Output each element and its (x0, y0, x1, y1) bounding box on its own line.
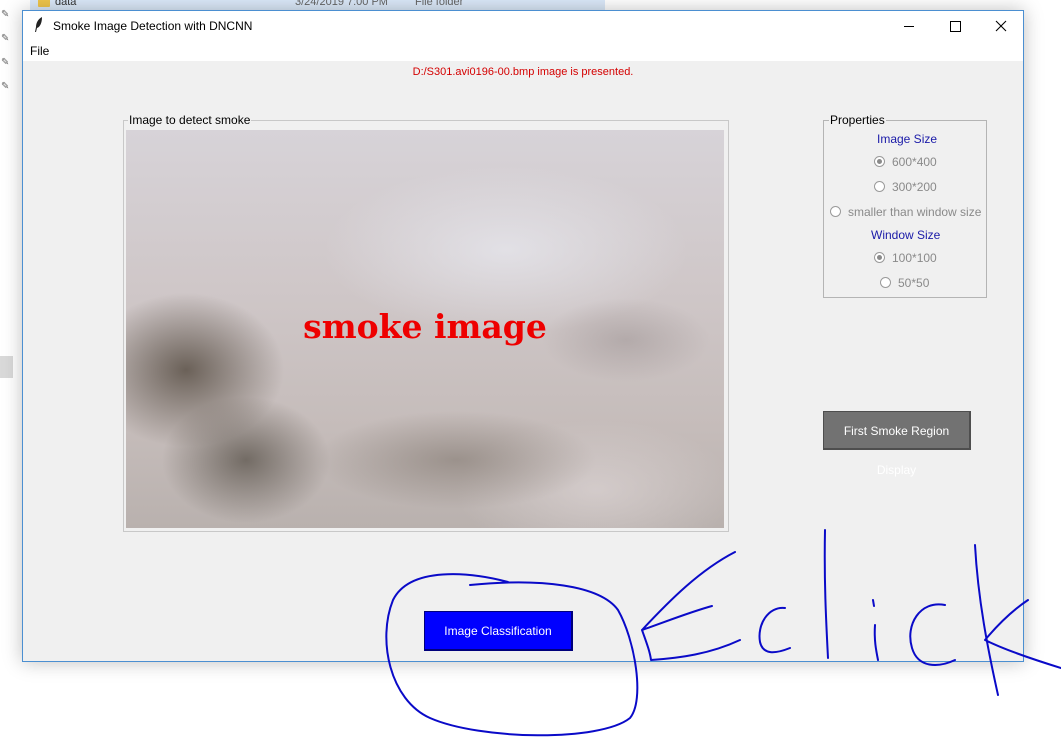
explorer-item-name: data (55, 0, 77, 8)
radio-image-size-smaller[interactable]: smaller than window size (830, 205, 981, 219)
radio-label: 600*400 (892, 155, 937, 169)
radio-selected-icon (874, 252, 885, 263)
radio-image-size-600x400[interactable]: 600*400 (874, 155, 937, 169)
radio-window-size-100x100[interactable]: 100*100 (874, 251, 937, 265)
maximize-button[interactable] (932, 11, 978, 41)
status-message: D:/S301.avi0196-00.bmp image is presente… (412, 66, 634, 78)
image-size-heading: Image Size (877, 132, 938, 146)
radio-selected-icon (874, 156, 885, 167)
radio-label: 100*100 (892, 251, 937, 265)
minimize-button[interactable] (886, 11, 932, 41)
radio-unselected-icon (830, 206, 841, 217)
properties-label: Properties (829, 113, 886, 127)
radio-label: 300*200 (892, 180, 937, 194)
feather-icon (35, 17, 42, 32)
app-window: Smoke Image Detection with DNCNN File D:… (22, 10, 1024, 662)
pin-icon: ✎ (1, 81, 10, 92)
image-frame-label: Image to detect smoke (128, 113, 252, 127)
explorer-item-type: File folder (415, 0, 464, 8)
radio-window-size-50x50[interactable]: 50*50 (880, 276, 929, 290)
radio-label: 50*50 (898, 276, 930, 290)
folder-icon (38, 0, 50, 7)
radio-unselected-icon (880, 277, 891, 288)
menu-bar: File (23, 41, 1023, 61)
radio-image-size-300x200[interactable]: 300*200 (874, 180, 937, 194)
background-scroll-strip (0, 356, 13, 378)
smoke-image-caption: smoke image (303, 307, 547, 346)
radio-label: smaller than window size (848, 205, 982, 219)
image-classification-button[interactable]: Image Classification (424, 611, 573, 651)
title-bar[interactable]: Smoke Image Detection with DNCNN (23, 11, 1023, 41)
menu-file[interactable]: File (30, 44, 49, 58)
radio-unselected-icon (874, 181, 885, 192)
first-smoke-region-button[interactable]: First Smoke Region Display (823, 411, 971, 477)
pin-icon: ✎ (1, 57, 10, 68)
window-size-heading: Window Size (871, 228, 941, 242)
pin-icon: ✎ (1, 33, 10, 44)
window-title: Smoke Image Detection with DNCNN (53, 19, 253, 33)
pin-icon: ✎ (1, 9, 10, 20)
explorer-item-date: 3/24/2019 7:00 PM (295, 0, 388, 8)
close-button[interactable] (978, 11, 1024, 41)
